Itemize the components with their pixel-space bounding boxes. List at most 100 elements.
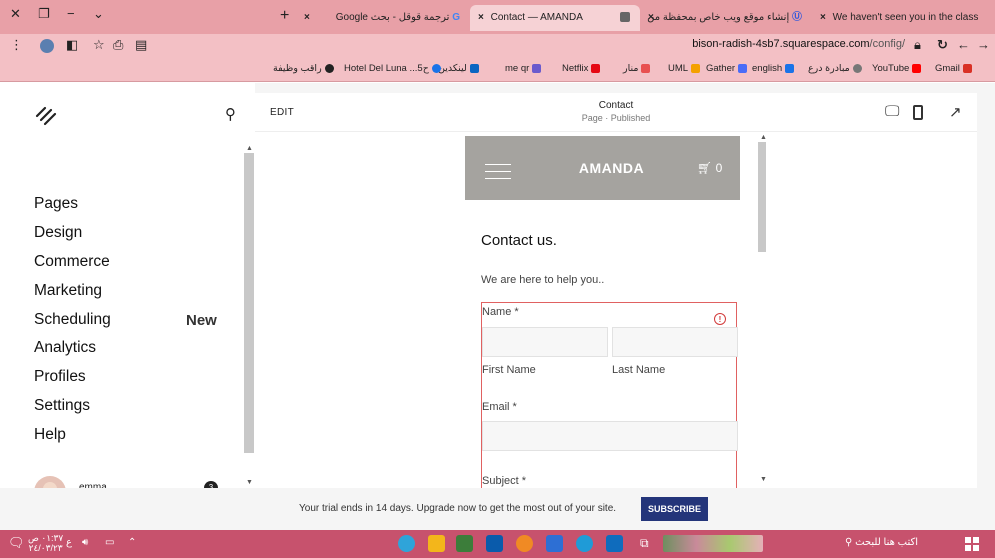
battery-icon[interactable]: ▭ [105,537,114,548]
folder-icon [785,63,795,73]
last-name-input[interactable] [612,327,738,357]
close-tab-icon[interactable]: × [648,5,654,31]
gmail-icon [962,63,972,73]
first-name-input[interactable] [482,327,608,357]
tab-search-chevron-icon[interactable]: ⌄ [93,6,104,22]
bookmark-label: Gmail [935,63,960,74]
bookmark-label: me qr [505,63,530,74]
cart-icon[interactable]: 🛒︎ 0 [697,161,722,175]
url-path: /config/ [869,38,905,50]
lock-icon[interactable]: 🔒︎ [914,37,921,53]
error-icon: ! [714,313,726,325]
bookmark-label: Gather [706,63,736,74]
minimize-window-icon[interactable]: − [67,6,75,21]
bookmark-meqr[interactable]: me qr [505,63,542,74]
mobile-view-icon[interactable] [913,105,923,120]
tab-portfolio-website[interactable]: × Ⓤ إنشاء موقع ويب خاص بمحفظة من [642,5,810,31]
bookmark-label: YouTube [872,63,910,74]
restore-window-icon[interactable]: ❐ [38,6,50,22]
edge-icon[interactable] [576,535,593,552]
bookmark-gather[interactable]: Gather [706,63,748,74]
clock[interactable]: ٠١:٣٧ ص ٢٤/٠٣/٢٣ [28,533,63,553]
sidebar-item-scheduling[interactable]: Scheduling [34,311,111,329]
close-tab-icon[interactable]: × [820,12,826,23]
sidebar-item-help[interactable]: Help [34,426,66,444]
scroll-up-icon[interactable]: ▲ [246,145,253,152]
subscribe-button[interactable]: SUBSCRIBE [641,497,708,521]
taskbar-search[interactable]: اكتب هنا للبحث ⚲ [845,537,918,548]
bookmark-gmail[interactable]: Gmail [935,63,972,74]
sidebar-item-pages[interactable]: Pages [34,195,78,213]
close-tab-icon[interactable]: × [304,5,310,31]
tray-chevron-icon[interactable]: ⌃ [128,537,136,548]
sidebar-item-commerce[interactable]: Commerce [34,253,110,271]
share-icon[interactable]: ⎙ [113,37,123,53]
sidebar-item-settings[interactable]: Settings [34,397,90,415]
bookmark-dir3[interactable]: مبادرة درع [808,63,862,74]
tab-contact-amanda[interactable]: × Contact — AMANDA [470,5,640,31]
desktop-view-icon[interactable]: 🖵︎ [885,103,899,120]
tab-google-translate[interactable]: × G ترجمة قوقل - بحث Google [298,5,468,31]
squarespace-logo-icon[interactable] [34,106,58,126]
sidebar-item-profiles[interactable]: Profiles [34,368,86,386]
sidebar-panel-icon[interactable]: ◧ [66,37,78,53]
page-title: Contact [598,100,634,111]
sidebar-item-design[interactable]: Design [34,224,82,242]
telegram-icon[interactable] [398,535,415,552]
scroll-up-icon[interactable]: ▲ [760,134,767,141]
open-external-icon[interactable]: ↗ [949,103,962,121]
squarespace-sidebar: ⚲ Pages Design Commerce Marketing Schedu… [0,83,255,508]
uml-icon [691,63,701,73]
bookmark-manar[interactable]: منار [623,63,651,74]
file-explorer-icon[interactable] [428,535,445,552]
scroll-down-icon[interactable]: ▼ [246,479,253,486]
bookmark-hotel-del-luna[interactable]: Hotel Del Luna ...5ح [344,63,441,74]
browser-menu-icon[interactable]: ⋮ [10,37,23,53]
profile-icon[interactable] [40,39,54,53]
tab-label: ترجمة قوقل - بحث Google [335,12,450,23]
close-tab-icon[interactable]: × [478,12,484,23]
close-window-icon[interactable]: ✕ [10,6,21,22]
email-input[interactable] [482,421,738,451]
store-icon[interactable] [606,535,623,552]
mobile-preview: AMANDA 🛒︎ 0 Contact us. We are here to h… [465,136,740,488]
language-indicator[interactable]: ع [66,537,72,548]
sidebar-item-marketing[interactable]: Marketing [34,282,102,300]
sidebar-scrollbar[interactable] [244,153,254,453]
preview-scrollbar[interactable] [758,142,766,252]
bookmark-netflix[interactable]: Netflix [562,63,601,74]
weather-widget-icon[interactable] [663,535,763,552]
back-icon[interactable]: ← [957,37,970,52]
bookmark-linkedin[interactable]: لينكدين [438,63,479,74]
bookmark-english[interactable]: english [752,63,795,74]
forward-icon[interactable]: → [977,37,990,52]
scroll-down-icon[interactable]: ▼ [760,476,767,483]
app-icon[interactable] [546,535,563,552]
volume-icon[interactable]: 🔊︎ [82,537,88,548]
bookmark-youtube[interactable]: YouTube [872,63,922,74]
address-bar[interactable]: bison-radish-4sb7.squarespace.com/config… [692,38,905,50]
contact-form[interactable]: Name * ! First Name Last Name Email * Su… [481,302,738,488]
firefox-icon[interactable] [516,535,533,552]
search-icon[interactable]: ⚲ [225,105,236,123]
reload-icon[interactable]: ↻ [937,37,948,53]
sidebar-item-analytics[interactable]: Analytics [34,339,96,357]
mail-icon[interactable] [486,535,503,552]
notifications-icon[interactable]: 🗨︎ [8,535,25,551]
bookmark-job-watch[interactable]: راقب وظيفة [273,63,334,74]
film-icon [431,63,441,73]
bookmark-label: english [752,63,783,74]
windows-start-icon[interactable] [965,537,979,551]
bookmark-star-icon[interactable]: ☆ [93,37,105,53]
first-name-caption: First Name [482,364,536,376]
extension-icon[interactable]: ▤ [135,37,147,53]
bookmark-label: راقب وظيفة [273,63,322,74]
search-placeholder: اكتب هنا للبحث [855,537,919,548]
browser-toolbar: ⋮ ◧ ☆ ⎙ ▤ bison-radish-4sb7.squarespace.… [0,34,995,58]
camtasia-icon[interactable] [456,535,473,552]
new-tab-button[interactable]: + [280,7,289,25]
contact-subheading: We are here to help you.. [481,274,605,286]
bookmark-uml[interactable]: UML [668,63,701,74]
task-view-icon[interactable]: ⧉ [640,536,649,551]
tab-gmail[interactable]: × We haven't seen you in the class [812,5,992,31]
